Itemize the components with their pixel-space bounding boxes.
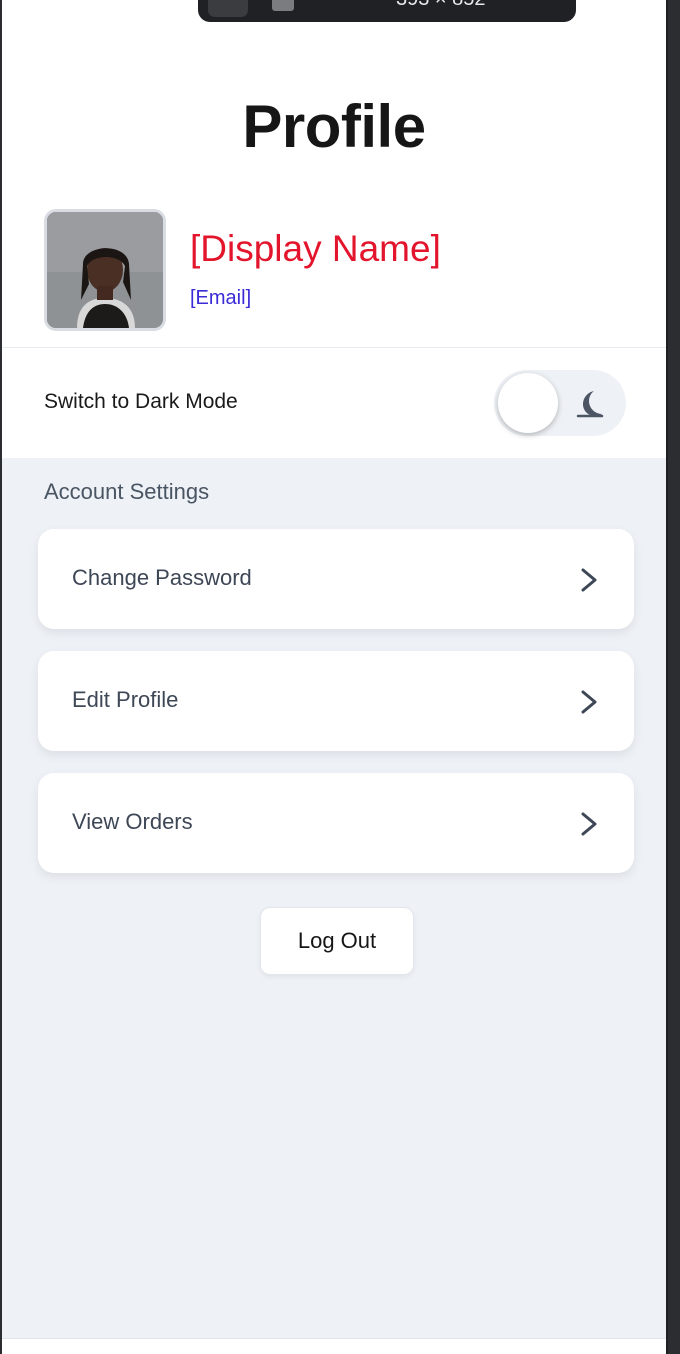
display-name: [Display Name]: [190, 228, 441, 269]
change-password-label: Change Password: [72, 565, 252, 590]
email-text: [Email]: [190, 287, 252, 309]
page-title: Profile: [242, 93, 426, 160]
bottom-bar: [2, 1338, 666, 1354]
moon-icon: [576, 391, 604, 418]
chevron-right-icon: [581, 812, 597, 836]
window-edge: [668, 0, 680, 1354]
change-password-item[interactable]: Change Password: [38, 529, 634, 629]
chevron-right-icon: [581, 568, 597, 592]
device-toolbar: 393 × 852: [198, 0, 576, 22]
rotate-icon[interactable]: [336, 0, 356, 12]
chevron-right-icon: [581, 690, 597, 714]
divider: [2, 347, 666, 348]
avatar[interactable]: [44, 209, 166, 331]
view-orders-item[interactable]: View Orders: [38, 773, 634, 873]
device-toggle-button[interactable]: [208, 0, 248, 17]
viewport-size: 393 × 852: [396, 0, 486, 11]
logout-button[interactable]: Log Out: [260, 907, 414, 975]
dark-mode-label: Switch to Dark Mode: [44, 390, 238, 413]
toggle-knob: [498, 373, 558, 433]
avatar-photo: [47, 212, 163, 328]
phone-screen: 393 × 852 Profile [Display Name] [Email]…: [2, 0, 668, 1354]
device-icon[interactable]: [272, 0, 294, 11]
account-settings-heading: Account Settings: [44, 479, 210, 504]
edit-profile-item[interactable]: Edit Profile: [38, 651, 634, 751]
view-orders-label: View Orders: [72, 809, 193, 834]
dark-mode-toggle[interactable]: [494, 370, 626, 436]
edit-profile-label: Edit Profile: [72, 687, 179, 712]
